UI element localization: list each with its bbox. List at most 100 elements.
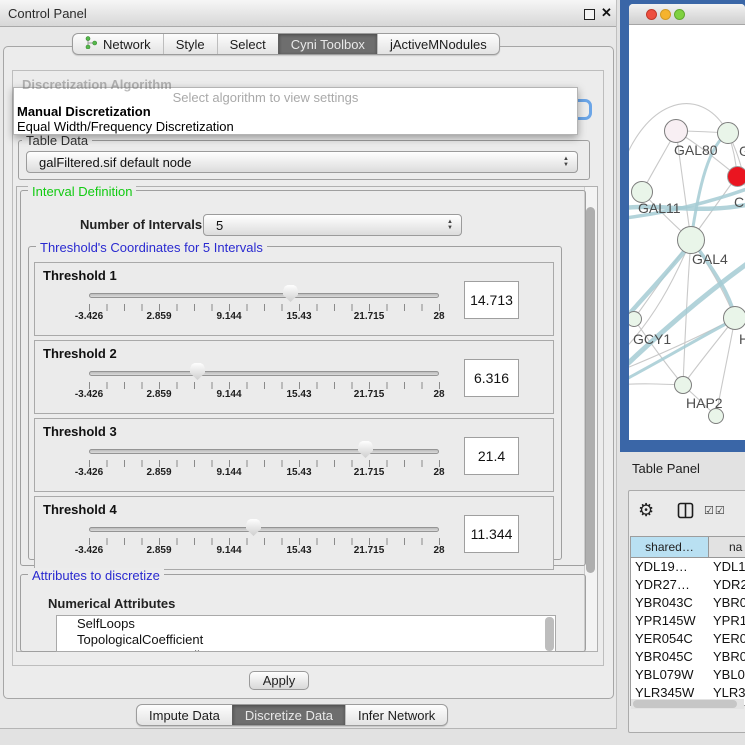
- thresholds-group-title: Threshold's Coordinates for 5 Intervals: [36, 240, 267, 255]
- network-canvas[interactable]: GAL80 GA C GAL11 GAL4 GCY1 H HAP2: [629, 25, 745, 439]
- cell-shared-name: YBL079W: [635, 666, 694, 684]
- threshold-1-box: Threshold 1 -3.426 2.859 9.144 15.43 21.…: [34, 262, 554, 336]
- minimize-traffic-light[interactable]: [660, 9, 671, 20]
- node-gal4[interactable]: [677, 226, 705, 254]
- threshold-3-value-field[interactable]: 21.4: [464, 437, 519, 475]
- checkbox-columns-icon[interactable]: ☑☑: [704, 504, 726, 517]
- threshold-3-slider-track[interactable]: [89, 449, 439, 454]
- control-panel-window: Control Panel ✕ Network Style: [0, 0, 617, 729]
- zoom-traffic-light[interactable]: [674, 9, 685, 20]
- node-red-selected[interactable]: [727, 166, 745, 187]
- tab-jactivemnodules[interactable]: jActiveMNodules: [377, 34, 499, 54]
- vertical-scrollbar-thumb[interactable]: [586, 207, 595, 573]
- popup-item-manual-discretization[interactable]: Manual Discretization: [17, 104, 151, 119]
- threshold-3-slider-thumb[interactable]: [358, 441, 373, 458]
- table-row[interactable]: YBR043CYBR0: [631, 594, 745, 612]
- tick-label: -3.426: [75, 389, 103, 400]
- close-traffic-light[interactable]: [646, 9, 657, 20]
- node-label-gal11: GAL11: [638, 200, 681, 216]
- list-item[interactable]: TopologicalCoefficient: [57, 632, 555, 648]
- columns-icon[interactable]: [677, 502, 694, 522]
- cell-name: YBR0: [713, 648, 745, 666]
- tick-label: -3.426: [75, 311, 103, 322]
- table-data-combobox[interactable]: galFiltered.sif default node ▲▼: [26, 151, 578, 173]
- node-top-right[interactable]: [717, 122, 739, 144]
- tick-label: -3.426: [75, 545, 103, 556]
- list-item[interactable]: BetweennessCentrality: [57, 648, 555, 652]
- tab-select-label: Select: [230, 37, 266, 52]
- tab-network[interactable]: Network: [73, 34, 163, 54]
- threshold-3-ticks: [89, 460, 440, 467]
- threshold-3-box: Threshold 3 -3.426 2.859 9.144 15.43 21.…: [34, 418, 554, 492]
- numerical-attributes-list[interactable]: SelfLoops TopologicalCoefficient Between…: [56, 615, 556, 652]
- cell-name: YER0: [713, 630, 745, 648]
- tick-label: 21.715: [354, 545, 385, 556]
- tab-style[interactable]: Style: [163, 34, 217, 54]
- num-intervals-value: 5: [204, 218, 223, 233]
- table-row[interactable]: YBL079WYBL0: [631, 666, 745, 684]
- column-header-name[interactable]: na: [709, 537, 745, 558]
- tab-infer-network[interactable]: Infer Network: [345, 705, 447, 725]
- table-row[interactable]: YDR27…YDR2: [631, 576, 745, 594]
- tab-impute-data[interactable]: Impute Data: [137, 705, 232, 725]
- window-title: Control Panel: [8, 6, 87, 21]
- node-attribute-table[interactable]: shared… na YDL19…YDL1 YDR27…YDR2 YBR043C…: [630, 536, 745, 706]
- tab-select[interactable]: Select: [217, 34, 278, 54]
- threshold-3-label: Threshold 3: [43, 424, 117, 439]
- tick-label: 2.859: [146, 389, 171, 400]
- horizontal-scrollbar-thumb[interactable]: [633, 700, 737, 708]
- threshold-4-slider-thumb[interactable]: [246, 519, 261, 536]
- table-row[interactable]: YER054CYER0: [631, 630, 745, 648]
- tick-label: 2.859: [146, 545, 171, 556]
- node-hap2[interactable]: [674, 376, 692, 394]
- threshold-4-value-field[interactable]: 11.344: [464, 515, 519, 553]
- list-scrollbar-thumb[interactable]: [545, 617, 554, 651]
- tab-infer-network-label: Infer Network: [358, 708, 435, 723]
- network-icon: [85, 36, 98, 52]
- cell-name: YPR1: [713, 612, 745, 630]
- algorithm-dropdown-popup: Select algorithm to view settings Manual…: [13, 87, 578, 135]
- node-label-clipped-h: H: [739, 331, 745, 347]
- node-label-gal4: GAL4: [692, 251, 728, 267]
- gear-icon[interactable]: ⚙: [638, 500, 654, 521]
- threshold-4-slider-track[interactable]: [89, 527, 439, 532]
- tab-discretize-data-label: Discretize Data: [245, 708, 333, 723]
- cell-name: YDR2: [713, 576, 745, 594]
- network-view-window: GAL80 GA C GAL11 GAL4 GCY1 H HAP2: [629, 4, 745, 440]
- threshold-2-label: Threshold 2: [43, 346, 117, 361]
- attributes-group-title: Attributes to discretize: [28, 568, 164, 583]
- apply-button[interactable]: Apply: [249, 671, 309, 690]
- tab-discretize-data[interactable]: Discretize Data: [232, 705, 345, 725]
- popup-item-equal-width-frequency[interactable]: Equal Width/Frequency Discretization: [17, 119, 234, 134]
- cell-shared-name: YBR045C: [635, 648, 693, 666]
- list-item[interactable]: SelfLoops: [57, 616, 555, 632]
- threshold-2-slider-thumb[interactable]: [190, 363, 205, 380]
- horizontal-scrollbar-track[interactable]: [631, 699, 744, 709]
- cell-shared-name: YDL19…: [635, 558, 688, 576]
- threshold-1-slider-thumb[interactable]: [283, 285, 298, 302]
- control-panel-titlebar: Control Panel ✕: [0, 0, 616, 27]
- tick-label: 9.144: [216, 311, 241, 322]
- tick-label: 15.43: [286, 311, 311, 322]
- table-row[interactable]: YDL19…YDL1: [631, 558, 745, 576]
- threshold-2-value-field[interactable]: 6.316: [464, 359, 519, 397]
- node-right-middle[interactable]: [723, 306, 745, 330]
- table-row[interactable]: YPR145WYPR1: [631, 612, 745, 630]
- combo-stepper-icon: ▲▼: [563, 156, 569, 168]
- tick-label: 21.715: [354, 467, 385, 478]
- num-intervals-spinner[interactable]: 5 ▲▼: [203, 214, 462, 236]
- threshold-1-value-field[interactable]: 14.713: [464, 281, 519, 319]
- tab-jactivemnodules-label: jActiveMNodules: [390, 37, 487, 52]
- float-window-icon[interactable]: [584, 9, 595, 20]
- node-gal80[interactable]: [664, 119, 688, 143]
- close-icon[interactable]: ✕: [601, 5, 612, 21]
- tab-cyni-toolbox[interactable]: Cyni Toolbox: [278, 34, 377, 54]
- node-label-clipped-right: GA: [739, 143, 745, 159]
- threshold-1-slider-track[interactable]: [89, 293, 439, 298]
- threshold-2-slider-track[interactable]: [89, 371, 439, 376]
- column-header-shared-name[interactable]: shared…: [631, 537, 709, 558]
- tab-cyni-toolbox-label: Cyni Toolbox: [291, 37, 365, 52]
- bottom-tab-bar: Impute Data Discretize Data Infer Networ…: [136, 704, 448, 726]
- table-row[interactable]: YBR045C YBR0: [631, 648, 745, 666]
- cell-shared-name: YBR043C: [635, 594, 693, 612]
